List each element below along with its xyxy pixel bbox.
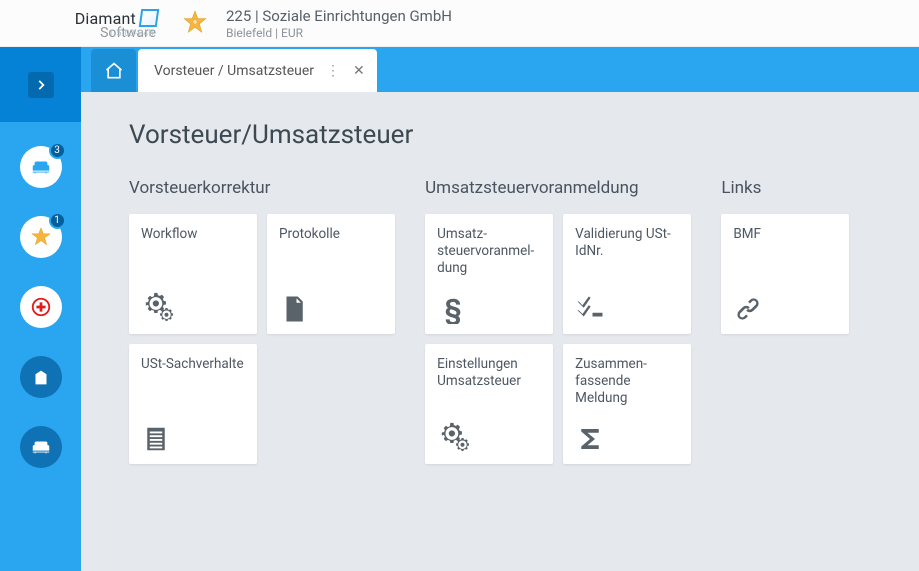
card-workflow[interactable]: Workflow xyxy=(129,214,257,334)
card-bmf[interactable]: BMF xyxy=(721,214,849,334)
building-icon xyxy=(30,366,52,388)
tab-menu-icon[interactable]: ⋮ xyxy=(326,69,341,73)
tab-label: Vorsteuer / Umsatzsteuer xyxy=(154,63,314,79)
tab-strip: Vorsteuer / Umsatzsteuer ⋮ ✕ xyxy=(81,47,919,92)
card-label: Protokolle xyxy=(279,226,383,243)
tab-vorsteuer[interactable]: Vorsteuer / Umsatzsteuer ⋮ ✕ xyxy=(138,49,377,92)
tab-close-icon[interactable]: ✕ xyxy=(353,63,365,79)
gears-icon xyxy=(141,288,245,324)
rail-toggle[interactable] xyxy=(0,47,81,122)
brand-block-icon xyxy=(139,9,160,27)
sofa-icon xyxy=(30,156,52,178)
content-area: Vorsteuer / Umsatzsteuer ⋮ ✕ Vorsteuer/U… xyxy=(81,47,919,571)
rail-badge-1: 3 xyxy=(49,142,66,159)
card-validierung[interactable]: Validierung USt-IdNr. xyxy=(563,214,691,334)
star-icon xyxy=(30,226,52,248)
sections: Vorsteuerkorrektur Workflow Protokolle xyxy=(129,178,899,464)
rail-item-star[interactable]: 1 xyxy=(20,216,62,258)
home-icon xyxy=(104,61,124,81)
card-einstellungen[interactable]: Einstellungen Umsatzsteuer xyxy=(425,344,553,464)
gears-icon xyxy=(437,418,541,454)
home-tab[interactable] xyxy=(91,49,136,92)
section-heading: Vorsteuerkorrektur xyxy=(129,178,425,198)
rail-item-medical[interactable] xyxy=(20,286,62,328)
list-document-icon xyxy=(141,418,245,454)
section-vorsteuerkorrektur: Vorsteuerkorrektur Workflow Protokolle xyxy=(129,178,425,464)
chevron-right-icon xyxy=(28,72,54,98)
card-protokolle[interactable]: Protokolle xyxy=(267,214,395,334)
card-label: Umsatz­steuervoranmel­dung xyxy=(437,226,541,277)
section-umsatzsteuervoranmeldung: Umsatzsteuervoranmeldung Umsatz­steuervo… xyxy=(425,178,721,464)
paragraph-icon: § xyxy=(437,288,541,324)
rail-item-sofa-2[interactable] xyxy=(20,426,62,468)
svg-text:§: § xyxy=(445,294,462,324)
card-label: Validierung USt-IdNr. xyxy=(575,226,679,260)
checklist-icon xyxy=(575,288,679,324)
card-label: Workflow xyxy=(141,226,245,243)
sigma-icon xyxy=(575,418,679,454)
card-voranmeldung[interactable]: Umsatz­steuervoranmel­dung § xyxy=(425,214,553,334)
org-info: 225 | Soziale Einrichtungen GmbH Bielefe… xyxy=(226,7,452,40)
section-links: Links BMF xyxy=(721,178,899,464)
brand-version: 1.5.03-04b xyxy=(108,29,154,39)
medical-cross-icon xyxy=(30,296,52,318)
rail-item-sofa-1[interactable]: 3 xyxy=(20,146,62,188)
sofa-icon xyxy=(30,436,52,458)
rail-item-building[interactable] xyxy=(20,356,62,398)
page-title: Vorsteuer/Umsatzsteuer xyxy=(129,120,899,150)
card-label: Zusammen­fassende Meldung xyxy=(575,356,679,407)
org-subtitle: Bielefeld | EUR xyxy=(226,26,452,40)
card-zusammenfassende[interactable]: Zusammen­fassende Meldung xyxy=(563,344,691,464)
card-label: USt-Sachverhalte xyxy=(141,356,245,373)
left-rail: 3 1 xyxy=(0,47,81,571)
section-heading: Links xyxy=(721,178,899,198)
org-star-icon xyxy=(182,10,208,36)
page: Vorsteuer/Umsatzsteuer Vorsteuerkorrektu… xyxy=(81,92,919,484)
section-heading: Umsatzsteuervoranmeldung xyxy=(425,178,721,198)
card-label: Einstellungen Umsatzsteuer xyxy=(437,356,541,390)
rail-badge-2: 1 xyxy=(49,212,66,229)
org-title: 225 | Soziale Einrichtungen GmbH xyxy=(226,7,452,25)
card-label: BMF xyxy=(733,226,837,243)
card-ust-sachverhalte[interactable]: USt-Sachverhalte xyxy=(129,344,257,464)
document-icon xyxy=(279,288,383,324)
brand-bar: Diamant Software 1.5.03-04b 225 | Sozial… xyxy=(0,0,919,47)
brand-logo: Diamant Software 1.5.03-04b xyxy=(0,9,158,38)
link-icon xyxy=(733,288,837,324)
rail-items: 3 1 xyxy=(0,122,81,571)
